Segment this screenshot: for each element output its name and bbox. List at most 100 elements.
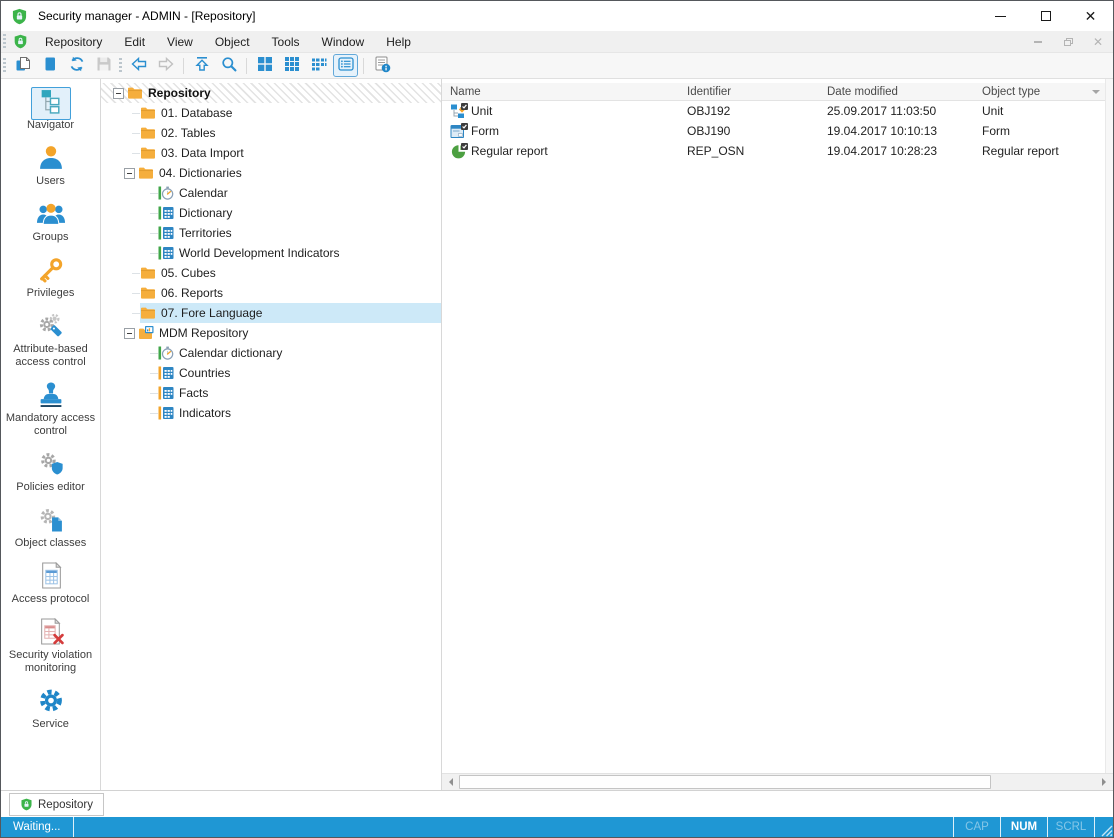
tree-item-countries[interactable]: Countries [101, 363, 441, 383]
minimize-button[interactable] [978, 1, 1023, 31]
object-row-form[interactable]: FormOBJ19019.04.2017 10:10:13Form [442, 121, 1105, 141]
tree-item-body: Dictionary [158, 203, 441, 223]
sidebar-item-service[interactable]: Service [2, 688, 100, 731]
tree-item-03-data-import[interactable]: 03. Data Import [101, 143, 441, 163]
column-header-name[interactable]: Name [442, 86, 679, 98]
tree-item-body: 06. Reports [140, 283, 441, 303]
service-icon [36, 687, 66, 717]
toolbar-separator [183, 58, 184, 74]
status-key-scrl: SCRL [1048, 817, 1094, 837]
regular-report-icon [450, 143, 468, 159]
object-name-cell: Unit [442, 103, 679, 119]
create-object-button[interactable] [37, 54, 62, 77]
object-row-regular-report[interactable]: Regular reportREP_OSN19.04.2017 10:28:23… [442, 141, 1105, 161]
tree-item-05-cubes[interactable]: 05. Cubes [101, 263, 441, 283]
tree-item-07-fore-language[interactable]: 07. Fore Language [101, 303, 441, 323]
form-icon [450, 123, 468, 139]
sidebar-item-mandatory-access-control[interactable]: Mandatory access control [2, 382, 100, 438]
tree-indent [109, 303, 132, 323]
close-button[interactable]: ✕ [1068, 1, 1113, 31]
object-row-unit[interactable]: UnitOBJ19225.09.2017 11:03:50Unit [442, 101, 1105, 121]
column-header-identifier[interactable]: Identifier [679, 86, 819, 98]
tree-item-body: World Development Indicators [158, 243, 441, 263]
refresh-button[interactable] [64, 54, 89, 77]
tree-item-indicators[interactable]: Indicators [101, 403, 441, 423]
tree-item-calendar[interactable]: Calendar [101, 183, 441, 203]
tree-item-repository[interactable]: Repository [101, 83, 441, 103]
menu-repository[interactable]: Repository [34, 31, 113, 52]
tree-connector [150, 193, 158, 194]
search-button[interactable] [216, 54, 241, 77]
sidebar-item-access-protocol[interactable]: Access protocol [2, 563, 100, 606]
tree-item-02-tables[interactable]: 02. Tables [101, 123, 441, 143]
menubar-grip[interactable] [3, 34, 6, 49]
details-view-button[interactable] [333, 54, 358, 77]
object-type-cell: Form [974, 124, 1105, 138]
object-modified-cell: 19.04.2017 10:10:13 [819, 124, 974, 138]
column-chooser-button[interactable] [1088, 85, 1103, 99]
tree-item-world-development-indicators[interactable]: World Development Indicators [101, 243, 441, 263]
scroll-right-icon [1102, 778, 1110, 786]
status-key-num: NUM [1001, 817, 1047, 837]
refresh-icon [68, 55, 86, 76]
sidebar-item-navigator[interactable]: Navigator [2, 89, 100, 132]
tree-item-mdm-repository[interactable]: MDM Repository [101, 323, 441, 343]
sidebar-item-label: Access protocol [12, 593, 90, 606]
expander-minus-icon[interactable] [124, 328, 135, 339]
view-large-icon [256, 55, 274, 76]
menu-tools[interactable]: Tools [261, 31, 311, 52]
back-button[interactable] [126, 54, 151, 77]
small-icons-view-button[interactable] [279, 54, 304, 77]
up-level-button[interactable] [189, 54, 214, 77]
sidebar-item-users[interactable]: Users [2, 145, 100, 188]
tree-item-facts[interactable]: Facts [101, 383, 441, 403]
large-icons-view-button[interactable] [252, 54, 277, 77]
mdi-close-button[interactable]: ✕ [1091, 36, 1105, 48]
menu-window[interactable]: Window [311, 31, 376, 52]
expander-minus-icon[interactable] [124, 168, 135, 179]
tree-item-calendar-dictionary[interactable]: Calendar dictionary [101, 343, 441, 363]
main-area: Navigator Users Groups Privileges Attribute-… [1, 79, 1113, 791]
tree-indent [109, 143, 132, 163]
maximize-button[interactable] [1023, 1, 1068, 31]
view-small-icon [283, 55, 301, 76]
horizontal-scrollbar[interactable] [442, 773, 1113, 790]
resize-grip[interactable] [1095, 817, 1113, 837]
sidebar-item-policies-editor[interactable]: Policies editor [2, 451, 100, 494]
scroll-left-button[interactable] [443, 775, 458, 789]
vertical-scrollbar[interactable] [1105, 79, 1113, 773]
tree-item-dictionary[interactable]: Dictionary [101, 203, 441, 223]
sidebar-item-security-violation-monitoring[interactable]: Security violation monitoring [2, 619, 100, 675]
mdi-minimize-button[interactable] [1031, 36, 1045, 48]
scroll-right-button[interactable] [1097, 775, 1112, 789]
sidebar-item-privileges[interactable]: Privileges [2, 257, 100, 300]
column-header-date-modified[interactable]: Date modified [819, 86, 974, 98]
object-name-cell: Regular report [442, 143, 679, 159]
tree-indent [109, 103, 132, 123]
scrollbar-thumb[interactable] [459, 775, 991, 789]
sidebar-item-object-classes[interactable]: Object classes [2, 507, 100, 550]
toolbar-grip[interactable] [3, 58, 6, 73]
toolbar-grip[interactable] [119, 58, 122, 73]
abac-icon [36, 312, 66, 342]
properties-button[interactable] [369, 54, 394, 77]
copy-object-button[interactable] [10, 54, 35, 77]
menu-view[interactable]: View [156, 31, 204, 52]
sidebar-item-groups[interactable]: Groups [2, 201, 100, 244]
menu-object[interactable]: Object [204, 31, 261, 52]
tab-repository[interactable]: Repository [9, 793, 104, 816]
sidebar-item-attribute-based-access-control[interactable]: Attribute-based access control [2, 313, 100, 369]
menu-help[interactable]: Help [375, 31, 422, 52]
tree-item-01-database[interactable]: 01. Database [101, 103, 441, 123]
tree-item-territories[interactable]: Territories [101, 223, 441, 243]
menu-edit[interactable]: Edit [113, 31, 156, 52]
tree-item-label: Calendar dictionary [179, 346, 282, 360]
expander-minus-icon[interactable] [113, 88, 124, 99]
column-header-object-type[interactable]: Object type [974, 86, 1105, 98]
tree-item-06-reports[interactable]: 06. Reports [101, 283, 441, 303]
sidebar-item-label: Attribute-based access control [2, 343, 100, 369]
list-view-button[interactable] [306, 54, 331, 77]
calendar-leaf-icon [158, 185, 174, 201]
mdi-restore-button[interactable] [1061, 36, 1075, 48]
tree-item-04-dictionaries[interactable]: 04. Dictionaries [101, 163, 441, 183]
